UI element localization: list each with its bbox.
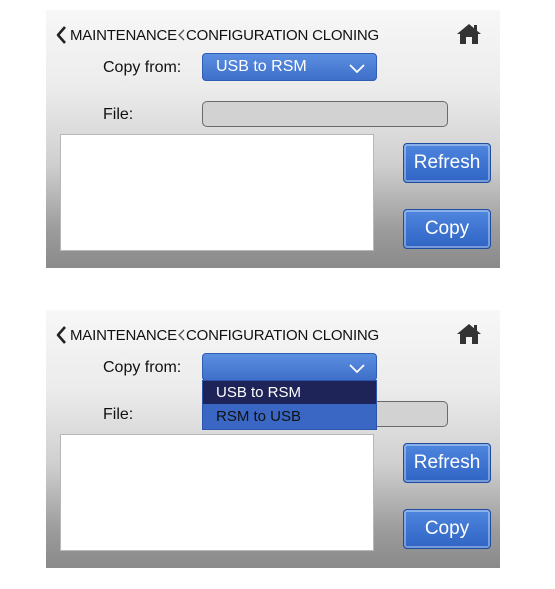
- breadcrumb-parent[interactable]: MAINTENANCE: [70, 27, 177, 44]
- config-cloning-screen-open: MAINTENANCE CONFIGURATION CLONING Copy f…: [46, 310, 500, 568]
- copy-button[interactable]: Copy: [403, 509, 491, 549]
- file-list[interactable]: [60, 434, 374, 551]
- file-label: File:: [103, 406, 134, 423]
- home-icon[interactable]: [456, 22, 482, 46]
- file-label: File:: [103, 106, 134, 123]
- copy-from-label: Copy from:: [103, 359, 182, 376]
- file-field[interactable]: [202, 101, 448, 127]
- copy-from-dropdown[interactable]: USB to RSM: [202, 53, 377, 81]
- home-icon[interactable]: [456, 322, 482, 346]
- chevron-left-icon[interactable]: [54, 25, 70, 45]
- copy-from-value: USB to RSM: [216, 58, 307, 75]
- breadcrumb-parent[interactable]: MAINTENANCE: [70, 327, 177, 344]
- copy-from-label: Copy from:: [103, 59, 182, 76]
- copy-from-dropdown[interactable]: [202, 353, 377, 381]
- copy-button[interactable]: Copy: [403, 209, 491, 249]
- copy-from-menu: USB to RSM RSM to USB: [202, 380, 377, 430]
- chevron-down-icon: [348, 61, 366, 74]
- chevron-left-icon: [177, 325, 186, 345]
- chevron-left-icon[interactable]: [54, 325, 70, 345]
- breadcrumb: MAINTENANCE CONFIGURATION CLONING: [54, 24, 379, 46]
- breadcrumb: MAINTENANCE CONFIGURATION CLONING: [54, 324, 379, 346]
- menu-item-usb-to-rsm[interactable]: USB to RSM: [203, 381, 376, 404]
- chevron-down-icon: [348, 361, 366, 374]
- menu-item-rsm-to-usb[interactable]: RSM to USB: [203, 405, 376, 428]
- file-list[interactable]: [60, 134, 374, 251]
- refresh-button[interactable]: Refresh: [403, 443, 491, 483]
- breadcrumb-current: CONFIGURATION CLONING: [185, 26, 380, 44]
- chevron-left-icon: [177, 25, 186, 45]
- config-cloning-screen-closed: MAINTENANCE CONFIGURATION CLONING Copy f…: [46, 10, 500, 268]
- breadcrumb-current: CONFIGURATION CLONING: [185, 326, 380, 344]
- refresh-button[interactable]: Refresh: [403, 143, 491, 183]
